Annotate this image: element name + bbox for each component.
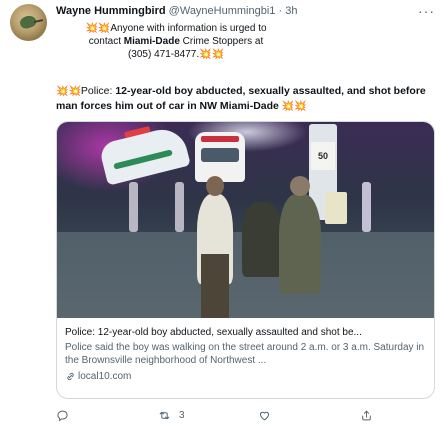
bio-bold-county: Miami-Dade <box>123 36 180 47</box>
bio-line-2: contact Miami-Dade Crime Stoppers at <box>56 35 296 48</box>
card-domain-text: local10.com <box>78 371 132 382</box>
like-icon <box>259 411 270 421</box>
share-button[interactable] <box>360 409 373 422</box>
display-name-note: 💥💥Anyone with information is urged to co… <box>56 22 296 61</box>
link-card[interactable]: 50 Police: 12-year-old boy abducted, sex… <box>56 121 435 399</box>
share-icon <box>362 410 371 421</box>
card-title[interactable]: Police: 12-year-old boy abducted, sexual… <box>65 326 426 339</box>
tweet-time[interactable]: 3h <box>285 5 297 17</box>
link-icon <box>67 372 74 381</box>
card-domain[interactable]: local10.com <box>65 370 426 383</box>
officer-head <box>206 176 224 196</box>
hummingbird-beak <box>33 19 44 23</box>
police-car-rear <box>195 132 245 182</box>
author-handle[interactable]: @WayneHummingbi1 <box>169 5 276 17</box>
more-icon[interactable]: ··· <box>418 3 435 19</box>
like-button[interactable] <box>258 409 271 422</box>
tweet-header: Wayne Hummingbird @WayneHummingbi1 · 3h <box>56 5 297 17</box>
card-description: Police said the boy was walking on the s… <box>65 342 425 366</box>
card-image[interactable]: 50 <box>57 122 434 318</box>
pump-post <box>129 182 138 232</box>
bio-line-3: (305) 471-8477.💥💥 <box>56 48 296 61</box>
bio-line-1: 💥💥Anyone with information is urged to <box>56 22 296 35</box>
bio-text-2b: Crime Stoppers at <box>179 36 264 47</box>
author-name[interactable]: Wayne Hummingbird <box>56 5 166 17</box>
collision-emoji: 💥💥 <box>199 49 225 60</box>
officer-legs <box>201 254 229 318</box>
sign-board <box>325 192 347 224</box>
retweet-icon <box>159 411 170 420</box>
police-car-stripe <box>113 149 173 170</box>
bio-text-1: Anyone with information is urged to <box>110 23 267 34</box>
reply-icon <box>57 410 68 422</box>
avatar[interactable] <box>10 4 47 41</box>
tweet-text: 💥💥Police: 12-year-old boy abducted, sexu… <box>56 84 428 114</box>
reply-button[interactable] <box>56 409 69 422</box>
police-car-lightbar <box>201 136 239 142</box>
retweet-button[interactable]: 3 <box>158 409 185 422</box>
bio-text-2a: contact <box>88 36 124 47</box>
collision-emoji: 💥💥 <box>85 23 111 34</box>
officer-head <box>290 176 310 196</box>
tweet-actions: 3 <box>56 409 433 425</box>
pump-post <box>362 182 371 232</box>
retweet-count: 3 <box>179 410 185 421</box>
phone-number: (305) 471-8477. <box>127 49 200 60</box>
collision-emoji: 💥💥 <box>56 86 81 97</box>
separator-dot: · <box>278 5 283 17</box>
pump-post <box>175 182 184 232</box>
police-car-window <box>201 148 239 162</box>
pump-sign: 50 <box>311 142 335 170</box>
collision-emoji: 💥💥 <box>281 101 307 112</box>
officer-figure <box>279 176 321 294</box>
card-body[interactable]: Police: 12-year-old boy abducted, sexual… <box>57 318 434 383</box>
tweet-label: Police: <box>80 85 116 97</box>
officer-figure <box>242 202 282 277</box>
officer-figure <box>197 176 233 318</box>
